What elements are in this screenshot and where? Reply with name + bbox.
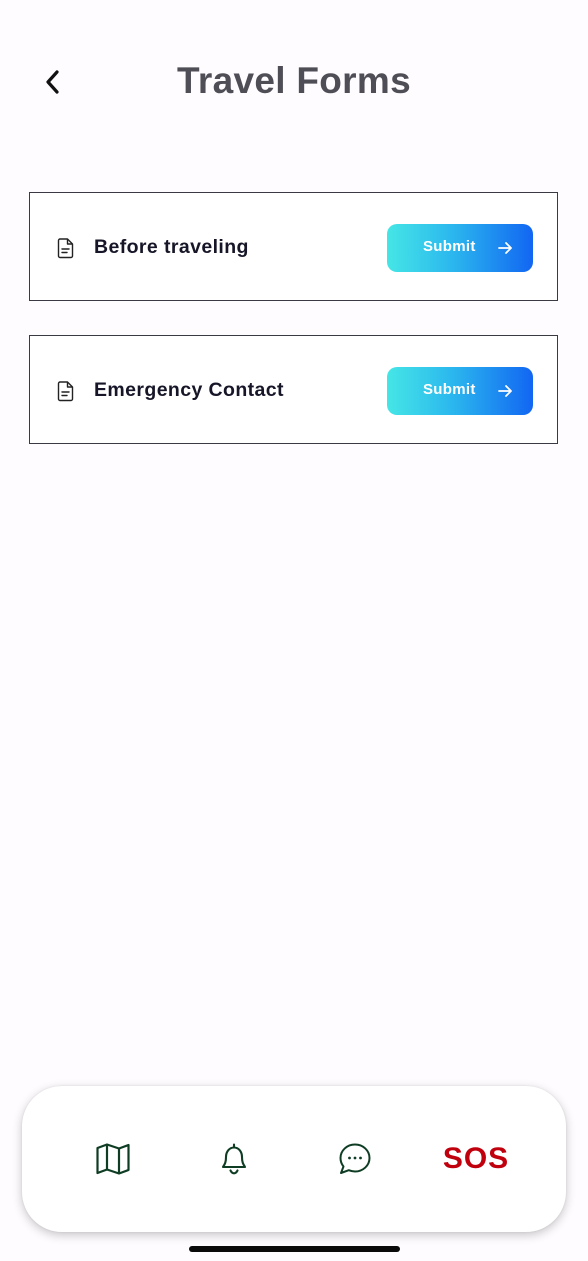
bell-icon	[221, 1143, 247, 1175]
submit-button[interactable]: Submit	[387, 224, 533, 272]
home-indicator	[189, 1246, 400, 1252]
form-card-emergency-contact: Emergency Contact Submit	[29, 335, 558, 444]
form-label: Emergency Contact	[94, 379, 284, 401]
arrow-right-icon	[498, 385, 512, 397]
nav-sos-button[interactable]: SOS	[436, 1139, 516, 1179]
arrow-right-icon	[498, 242, 512, 254]
nav-map-button[interactable]	[83, 1139, 143, 1179]
form-label: Before traveling	[94, 236, 249, 258]
submit-label: Submit	[423, 381, 476, 398]
chat-icon	[339, 1143, 371, 1174]
document-icon	[57, 381, 74, 402]
submit-button[interactable]: Submit	[387, 367, 533, 415]
submit-label: Submit	[423, 238, 476, 255]
bottom-nav: SOS	[22, 1086, 566, 1232]
form-card-before-traveling: Before traveling Submit	[29, 192, 558, 301]
map-icon	[96, 1143, 130, 1175]
page-title: Travel Forms	[177, 60, 411, 101]
header: Travel Forms	[0, 0, 588, 160]
document-icon	[57, 238, 74, 259]
nav-notifications-button[interactable]	[204, 1139, 264, 1179]
sos-label: SOS	[442, 1142, 510, 1175]
nav-messages-button[interactable]	[325, 1139, 385, 1179]
